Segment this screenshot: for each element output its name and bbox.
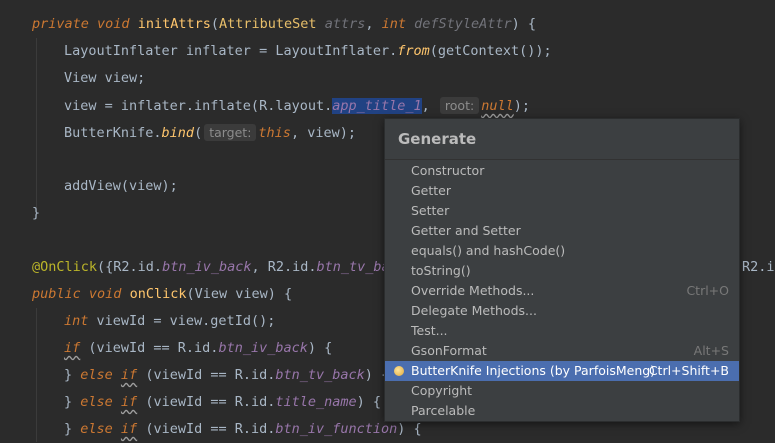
generate-popup: Generate Constructor Getter Setter Getter a… bbox=[384, 118, 740, 422]
code-line[interactable]: private void initAttrs(AttributeSet attr… bbox=[32, 11, 536, 38]
code-line[interactable]: View view; bbox=[64, 65, 145, 92]
menu-item[interactable]: Setter bbox=[385, 201, 739, 221]
param-hint-target: target: bbox=[204, 124, 257, 141]
selected-text[interactable]: app_title_1 bbox=[332, 98, 422, 114]
code-line[interactable]: } else if (viewId == R.id.btn_tv_back) { bbox=[64, 362, 389, 389]
menu-item-shortcut: Alt+S bbox=[693, 343, 729, 358]
menu-item-label: Test... bbox=[411, 323, 448, 338]
menu-item-shortcut: Ctrl+Shift+B bbox=[648, 363, 729, 378]
popup-title: Generate bbox=[385, 119, 739, 160]
code-line[interactable]: } else if (viewId == R.id.title_name) { bbox=[64, 389, 381, 416]
code-line[interactable]: } else if (viewId == R.id.btn_iv_functio… bbox=[64, 416, 422, 443]
menu-item-label: Getter and Setter bbox=[411, 223, 521, 238]
menu-item-label: Constructor bbox=[411, 163, 485, 178]
menu-item-label: toString() bbox=[411, 263, 471, 278]
indent-guide bbox=[36, 308, 37, 442]
menu-item-label: equals() and hashCode() bbox=[411, 243, 566, 258]
menu-item[interactable]: Getter bbox=[385, 181, 739, 201]
menu-item-label: Delegate Methods... bbox=[411, 303, 537, 318]
menu-item-label: Getter bbox=[411, 183, 452, 198]
menu-item[interactable]: ButterKnife Injections (by ParfoisMeng) C… bbox=[385, 361, 739, 381]
menu-item-label: Copyright bbox=[411, 383, 473, 398]
code-line[interactable]: LayoutInflater inflater = LayoutInflater… bbox=[64, 38, 552, 65]
menu-item[interactable]: Delegate Methods... bbox=[385, 301, 739, 321]
menu-item-label: Parcelable bbox=[411, 403, 476, 418]
menu-item[interactable]: Override Methods... Ctrl+O bbox=[385, 281, 739, 301]
generate-menu: Constructor Getter Setter Getter and Setter… bbox=[385, 160, 739, 421]
code-line[interactable]: addView(view); bbox=[64, 173, 178, 200]
menu-item[interactable]: GsonFormat Alt+S bbox=[385, 341, 739, 361]
menu-item-label: ButterKnife Injections (by ParfoisMeng) bbox=[411, 363, 656, 378]
indent-guide bbox=[36, 38, 37, 214]
menu-item[interactable]: toString() bbox=[385, 261, 739, 281]
code-line[interactable]: @OnClick({R2.id.btn_iv_back, R2.id.btn_t… bbox=[32, 254, 390, 281]
code-line[interactable]: int viewId = view.getId(); bbox=[64, 308, 275, 335]
code-line-tail: R2.i bbox=[742, 259, 775, 275]
menu-item-label: GsonFormat bbox=[411, 343, 487, 358]
code-line[interactable]: if (viewId == R.id.btn_iv_back) { bbox=[64, 335, 332, 362]
code-line[interactable]: view = inflater.inflate(R.layout.app_tit… bbox=[64, 92, 530, 119]
menu-item-shortcut: Ctrl+O bbox=[686, 283, 729, 298]
plugin-icon bbox=[394, 366, 404, 376]
menu-item[interactable]: equals() and hashCode() bbox=[385, 241, 739, 261]
menu-item[interactable]: Constructor bbox=[385, 161, 739, 181]
menu-item[interactable]: Copyright bbox=[385, 381, 739, 401]
code-line[interactable]: public void onClick(View view) { bbox=[32, 281, 292, 308]
code-line[interactable]: ButterKnife.bind(target: this, view); bbox=[64, 119, 356, 146]
param-hint-root: root: bbox=[439, 97, 480, 114]
menu-item[interactable]: Parcelable bbox=[385, 401, 739, 421]
menu-item-label: Setter bbox=[411, 203, 450, 218]
menu-item-label: Override Methods... bbox=[411, 283, 535, 298]
code-line[interactable]: } bbox=[32, 200, 40, 227]
menu-item[interactable]: Test... bbox=[385, 321, 739, 341]
menu-item[interactable]: Getter and Setter bbox=[385, 221, 739, 241]
